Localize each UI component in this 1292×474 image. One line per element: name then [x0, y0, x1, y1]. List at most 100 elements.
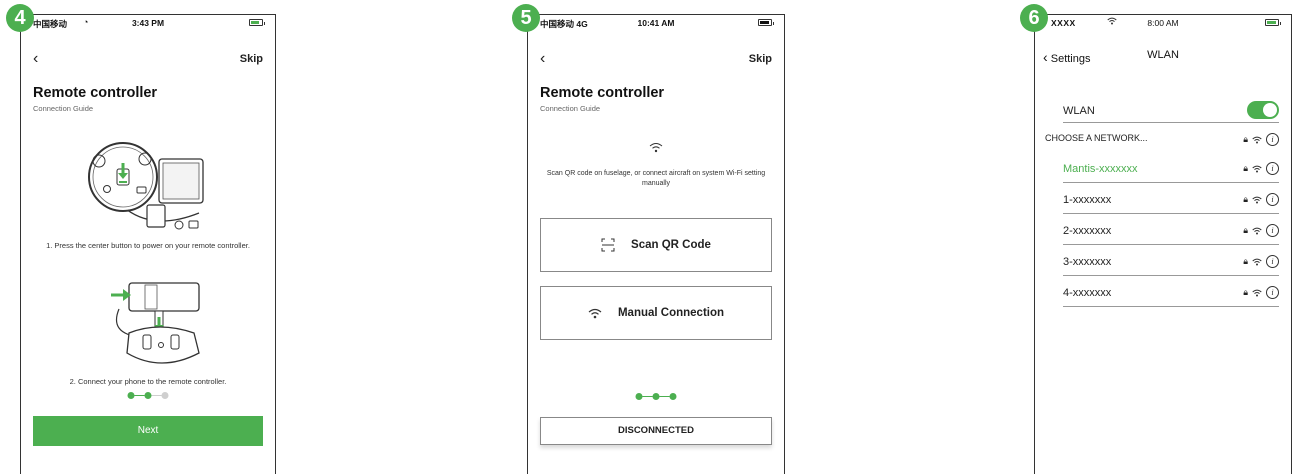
back-chevron-icon[interactable]: ‹ [33, 51, 38, 67]
carrier-label: 中国移动 4G [540, 19, 588, 29]
battery-icon [758, 19, 774, 26]
battery-icon [249, 19, 265, 26]
progress-dots [635, 393, 677, 400]
step-badge-4: 4 [6, 4, 34, 32]
skip-button[interactable]: Skip [749, 53, 772, 65]
network-row[interactable]: Mantis-xxxxxxx 🔒︎ i [1063, 155, 1279, 183]
progress-connector [151, 394, 162, 397]
scan-qr-label: Scan QR Code [631, 239, 711, 251]
back-label: Settings [1050, 53, 1091, 65]
network-name: 3-xxxxxxx [1063, 256, 1112, 268]
skip-button[interactable]: Skip [240, 53, 263, 65]
network-icons: 🔒︎ i [1243, 255, 1279, 268]
carrier-label: XXXX [1051, 18, 1076, 28]
lock-icon: 🔒︎ [1243, 134, 1248, 144]
wlan-toggle-row: WLAN [1063, 99, 1279, 123]
controller-power-illustration [79, 133, 219, 233]
progress-dot-2 [144, 392, 152, 399]
network-name: 4-xxxxxxx [1063, 287, 1112, 299]
choose-network-label: CHOOSE A NETWORK... [1045, 133, 1148, 143]
manual-connection-button[interactable]: Manual Connection [540, 286, 772, 340]
connect-instruction: Scan QR code on fuselage, or connect air… [546, 170, 766, 187]
network-icons: 🔒︎ i [1243, 162, 1279, 175]
progress-dot-3 [669, 393, 677, 400]
instruction-step-2: 2. Connect your phone to the remote cont… [69, 377, 227, 386]
battery-icon [1265, 19, 1281, 26]
network-icons: 🔒︎ i [1243, 224, 1279, 237]
page-subtitle: Connection Guide [540, 104, 601, 113]
page-title: Remote controller [33, 85, 158, 101]
progress-connector [134, 394, 145, 397]
manual-connection-label: Manual Connection [617, 307, 725, 319]
connection-status-button[interactable]: DISCONNECTED [540, 417, 772, 445]
info-icon[interactable]: i [1266, 162, 1279, 175]
phone-screen-wlan-settings: XXXX 8:00 AM ‹ Settings WLAN WLAN CHOOSE… [1034, 14, 1292, 474]
progress-dots [127, 392, 169, 399]
status-bar: XXXX 8:00 AM [1035, 15, 1291, 31]
network-row[interactable]: 3-xxxxxxx 🔒︎ i [1063, 248, 1279, 276]
wlan-toggle-switch[interactable] [1247, 101, 1279, 119]
qr-scan-icon [601, 238, 615, 252]
settings-back-button[interactable]: ‹ Settings [1043, 49, 1090, 65]
info-icon[interactable]: i [1266, 133, 1279, 146]
info-icon[interactable]: i [1266, 193, 1279, 206]
lock-icon: 🔒︎ [1243, 163, 1248, 173]
network-name: Mantis-xxxxxxx [1063, 163, 1138, 175]
phone-screen-connection-guide-step2: 中国移动 ◔ 3:43 PM ‹ Skip Remote controller … [20, 14, 276, 474]
wifi-status-icon: ◔ [83, 17, 89, 27]
network-icons: 🔒︎ i [1243, 193, 1279, 206]
nav-row: ‹ Skip [528, 51, 784, 69]
header-icons: 🔒︎ i [1243, 133, 1279, 146]
nav-row: ‹ Skip [21, 51, 275, 69]
network-name: 1-xxxxxxx [1063, 194, 1112, 206]
status-bar: 中国移动 4G 10:41 AM [528, 15, 784, 31]
next-button[interactable]: Next [33, 416, 263, 446]
progress-dot-1 [635, 393, 643, 400]
wifi-icon [588, 308, 602, 319]
step-badge-6: 6 [1020, 4, 1048, 32]
page-title: Remote controller [540, 85, 665, 101]
network-name: 2-xxxxxxx [1063, 225, 1112, 237]
info-icon[interactable]: i [1266, 255, 1279, 268]
page-subtitle: Connection Guide [33, 104, 94, 113]
progress-dot-1 [127, 392, 135, 399]
status-bar: 中国移动 ◔ 3:43 PM [21, 15, 275, 31]
status-time: 10:41 AM [637, 18, 675, 28]
wifi-icon [1252, 165, 1262, 173]
back-chevron-icon[interactable]: ‹ [540, 51, 545, 67]
wifi-icon [1252, 289, 1262, 297]
network-row[interactable]: 1-xxxxxxx 🔒︎ i [1063, 186, 1279, 214]
wifi-icon [1252, 258, 1262, 266]
lock-icon: 🔒︎ [1243, 256, 1248, 266]
progress-connector [659, 395, 670, 398]
phone-screen-connection-guide-step3: 中国移动 4G 10:41 AM ‹ Skip Remote controlle… [527, 14, 785, 474]
instruction-step-1: 1. Press the center button to power on y… [46, 241, 250, 250]
status-time: 3:43 PM [131, 18, 165, 28]
wifi-icon [1252, 227, 1262, 235]
wifi-icon [649, 142, 663, 153]
scan-qr-button[interactable]: Scan QR Code [540, 218, 772, 272]
choose-network-header: CHOOSE A NETWORK... 🔒︎ i [1045, 133, 1279, 151]
progress-dot-2 [652, 393, 660, 400]
lock-icon: 🔒︎ [1243, 225, 1248, 235]
tutorial-canvas: 4 5 6 中国移动 ◔ 3:43 PM ‹ Skip Remote contr… [0, 0, 1292, 474]
info-icon[interactable]: i [1266, 224, 1279, 237]
network-icons: 🔒︎ i [1243, 286, 1279, 299]
carrier-label: 中国移动 [33, 19, 68, 29]
step-badge-5: 5 [512, 4, 540, 32]
progress-dot-3 [161, 392, 169, 399]
wifi-icon [1252, 196, 1262, 204]
progress-connector [642, 395, 653, 398]
phone-cable-illustration [99, 273, 209, 373]
network-row[interactable]: 2-xxxxxxx 🔒︎ i [1063, 217, 1279, 245]
wifi-status-icon [1107, 17, 1117, 25]
network-row[interactable]: 4-xxxxxxx 🔒︎ i [1063, 279, 1279, 307]
status-time: 8:00 AM [1147, 18, 1179, 28]
back-chevron-icon: ‹ [1043, 49, 1048, 65]
wifi-icon [1252, 136, 1262, 144]
lock-icon: 🔒︎ [1243, 194, 1248, 204]
info-icon[interactable]: i [1266, 286, 1279, 299]
wlan-label: WLAN [1063, 105, 1095, 117]
lock-icon: 🔒︎ [1243, 287, 1248, 297]
nav-title: WLAN [1147, 49, 1179, 61]
